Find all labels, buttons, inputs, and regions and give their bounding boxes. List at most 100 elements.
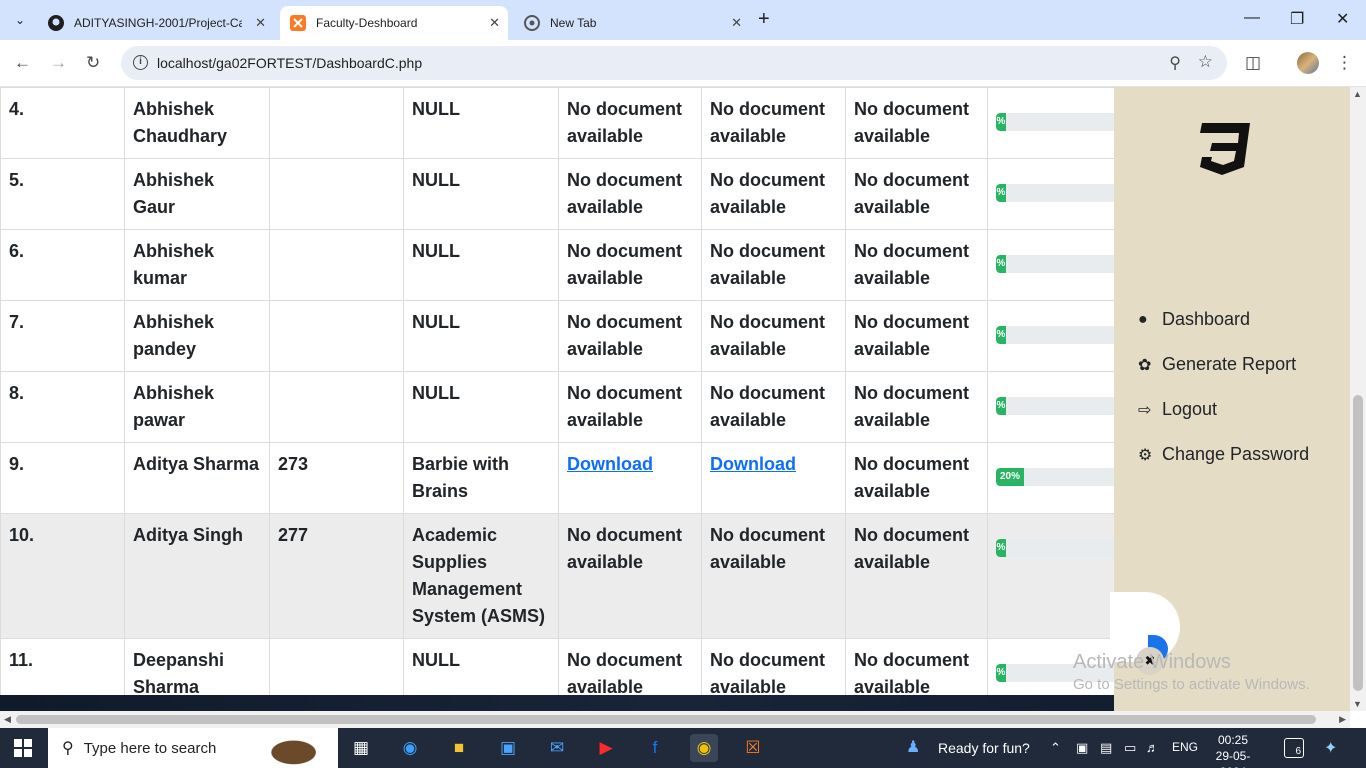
table-row: 5. Abhishek Gaur NULL No document available… xyxy=(0,158,1145,230)
clock[interactable]: 00:25 29-05-2024 xyxy=(1208,732,1258,768)
vertical-scroll-thumb[interactable] xyxy=(1353,395,1363,691)
meet-now-icon[interactable]: ▣ xyxy=(1076,740,1088,756)
close-window-icon[interactable]: ✕ xyxy=(1336,9,1349,29)
weather-text[interactable]: Ready for fun? xyxy=(938,740,1030,756)
download-link[interactable]: Download xyxy=(567,454,653,474)
file-explorer-icon[interactable]: ■ xyxy=(445,734,473,762)
taskbar-search[interactable]: ⚲ Type here to search xyxy=(48,728,338,768)
tab-github[interactable]: ADITYASINGH-2001/Project-Ca ✕ xyxy=(38,6,274,40)
facebook-icon[interactable]: f xyxy=(641,734,669,762)
students-table: 4. Abhishek Chaudhary NULL No document avai… xyxy=(0,87,1145,710)
windows-start-icon[interactable] xyxy=(14,739,32,757)
vertical-scrollbar[interactable]: ▲ ▼ xyxy=(1350,87,1366,711)
sidebar: ● Dashboard ✿ Generate Report ⇨ Logout ⚙… xyxy=(1110,87,1350,711)
url-text[interactable]: localhost/ga02FORTEST/DashboardC.php xyxy=(157,55,422,71)
document-3-cell: No document available xyxy=(845,158,988,230)
project-title: NULL xyxy=(412,99,460,119)
table-row: 10. Aditya Singh 277 Academic Supplies Mana… xyxy=(0,513,1145,639)
back-arrow-icon[interactable]: ← xyxy=(14,53,31,73)
project-title: Academic Supplies Management System (ASM… xyxy=(412,525,546,626)
tab-title: Faculty-Deshboard xyxy=(316,16,418,30)
show-hidden-icons-chevron-icon[interactable]: ⌃ xyxy=(1050,740,1061,756)
extensions-puzzle-icon[interactable]: ◫ xyxy=(1245,53,1261,73)
minimize-icon[interactable]: — xyxy=(1244,9,1260,27)
student-id-cell xyxy=(269,229,404,301)
sidebar-item-logout[interactable]: ⇨ Logout xyxy=(1138,399,1217,420)
document-1-cell: No document available xyxy=(558,87,702,159)
horizontal-scrollbar[interactable]: ◀ ▶ xyxy=(0,711,1350,728)
table-row: 6. Abhishek kumar NULL No document availabl… xyxy=(0,229,1145,301)
clock-time: 00:25 xyxy=(1217,733,1249,747)
row-number: 6. xyxy=(9,241,25,261)
close-tab-icon[interactable]: ✕ xyxy=(731,15,742,31)
document-1: No document available xyxy=(567,241,682,288)
site-info-icon[interactable]: i xyxy=(133,55,148,70)
student-name: Aditya Singh xyxy=(133,525,244,545)
edge-icon[interactable]: ◉ xyxy=(396,734,424,762)
battery-icon[interactable]: ▭ xyxy=(1124,740,1136,756)
document-2-cell: No document available xyxy=(701,158,846,230)
xampp-taskbar-icon[interactable]: ☒ xyxy=(739,734,767,762)
profile-avatar[interactable] xyxy=(1297,52,1319,74)
document-3-cell: No document available xyxy=(845,513,988,639)
student-name-cell: Abhishek pawar xyxy=(124,371,270,443)
copilot-icon[interactable]: ✦ xyxy=(1324,738,1337,758)
horizontal-scroll-thumb[interactable] xyxy=(16,715,1316,724)
student-name-cell: Aditya Singh xyxy=(124,513,270,639)
student-name: Abhishek pawar xyxy=(133,383,215,430)
document-2: No document available xyxy=(710,525,825,572)
document-1-cell: Download xyxy=(558,442,702,514)
restore-icon[interactable]: ❐ xyxy=(1290,9,1304,29)
tab-search-chevron-icon[interactable]: ⌄ xyxy=(8,8,32,32)
student-name: Deepanshi Sharma xyxy=(133,650,225,697)
project-title-cell: NULL xyxy=(403,87,559,159)
project-title: NULL xyxy=(412,170,460,190)
download-link[interactable]: Download xyxy=(710,454,796,474)
close-tab-icon[interactable]: ✕ xyxy=(255,15,266,31)
document-2-cell: Download xyxy=(701,442,846,514)
youtube-icon[interactable]: ▶ xyxy=(592,734,620,762)
project-title-cell: Barbie with Brains xyxy=(403,442,559,514)
more-menu-icon[interactable]: ⋮ xyxy=(1336,53,1353,73)
student-id-cell xyxy=(269,158,404,230)
reload-icon[interactable]: ↻ xyxy=(86,53,100,73)
scroll-left-icon[interactable]: ◀ xyxy=(4,714,11,725)
student-name-cell: Abhishek Chaudhary xyxy=(124,87,270,159)
sidebar-item-dashboard[interactable]: ● Dashboard xyxy=(1138,309,1250,330)
document-2: No document available xyxy=(710,312,825,359)
sidebar-item-label: Dashboard xyxy=(1162,309,1251,329)
row-number: 7. xyxy=(9,312,25,332)
sidebar-item-label: Logout xyxy=(1162,399,1218,419)
volume-icon[interactable]: ♬ xyxy=(1146,740,1159,755)
address-bar[interactable]: i localhost/ga02FORTEST/DashboardC.php ⚲… xyxy=(121,46,1227,80)
tab-new-tab[interactable]: New Tab ✕ xyxy=(514,6,750,40)
sidebar-item-generate-report[interactable]: ✿ Generate Report xyxy=(1138,354,1296,375)
table-row: 4. Abhishek Chaudhary NULL No document avai… xyxy=(0,87,1145,159)
tab-title: ADITYASINGH-2001/Project-Ca xyxy=(74,16,242,30)
new-tab-plus-icon[interactable]: + xyxy=(758,9,770,29)
network-icon[interactable]: ▤ xyxy=(1100,740,1112,756)
sidebar-item-change-password[interactable]: ⚙ Change Password xyxy=(1138,444,1309,465)
mail-icon[interactable]: ✉ xyxy=(543,734,571,762)
forward-arrow-icon[interactable]: → xyxy=(50,53,67,73)
notification-center-icon[interactable]: 6 xyxy=(1284,738,1304,758)
chrome-icon xyxy=(524,15,540,31)
task-view-icon[interactable]: ▦ xyxy=(347,734,375,762)
microsoft-store-icon[interactable]: ▣ xyxy=(494,734,522,762)
close-tab-icon[interactable]: ✕ xyxy=(489,15,500,31)
css3-logo-icon xyxy=(1200,123,1250,175)
scroll-down-icon[interactable]: ▼ xyxy=(1353,699,1362,709)
clock-date: 29-05-2024 xyxy=(1215,749,1251,768)
chrome-taskbar-icon[interactable]: ◉ xyxy=(690,734,718,762)
tab-faculty-dashboard[interactable]: Faculty-Deshboard ✕ xyxy=(280,6,508,40)
browser-toolbar: ← → ↻ i localhost/ga02FORTEST/DashboardC… xyxy=(0,40,1366,87)
zoom-icon[interactable]: ⚲ xyxy=(1169,53,1181,73)
scroll-up-icon[interactable]: ▲ xyxy=(1353,89,1362,99)
student-id-cell xyxy=(269,371,404,443)
document-3-cell: No document available xyxy=(845,229,988,301)
document-3: No document available xyxy=(854,99,969,146)
bookmark-star-icon[interactable]: ☆ xyxy=(1198,52,1213,72)
scroll-right-icon[interactable]: ▶ xyxy=(1339,714,1346,725)
tab-title: New Tab xyxy=(550,16,597,30)
language-indicator[interactable]: ENG xyxy=(1172,740,1198,754)
